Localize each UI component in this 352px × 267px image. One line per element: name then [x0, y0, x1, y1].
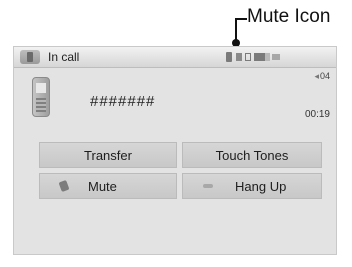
touch-tones-button[interactable]: Touch Tones: [182, 142, 322, 168]
phone-tab-icon: [20, 50, 40, 64]
mute-icon: [58, 179, 70, 193]
caller-number: #######: [90, 93, 156, 110]
call-count-value: 04: [319, 71, 330, 81]
signal-strength-icon: [254, 53, 270, 61]
hang-up-label: Hang Up: [235, 178, 287, 194]
mute-label: Mute: [88, 178, 117, 194]
phone-status-icon: [245, 53, 251, 61]
mute-status-icon: [226, 52, 232, 62]
transfer-button[interactable]: Transfer: [39, 142, 177, 168]
call-timer: 00:19: [304, 109, 330, 120]
transfer-label: Transfer: [84, 147, 132, 163]
speaker-icon: ◂: [314, 71, 319, 81]
status-bar: In call: [14, 47, 336, 68]
status-title: In call: [48, 50, 80, 64]
bluetooth-icon: [236, 53, 242, 61]
hang-up-icon: [203, 184, 213, 188]
callout-label: Mute Icon: [247, 6, 331, 27]
phone-call-screen: In call ####### ◂04 00:19 Transfer Touch…: [13, 46, 337, 255]
mute-button[interactable]: Mute: [39, 173, 177, 199]
status-icons: [226, 52, 286, 62]
call-count: ◂04: [314, 71, 330, 82]
battery-icon: [272, 54, 280, 60]
hang-up-button[interactable]: Hang Up: [182, 173, 322, 199]
mobile-phone-icon: [32, 77, 50, 117]
callout-line: [235, 18, 237, 41]
touch-tones-label: Touch Tones: [215, 147, 289, 163]
